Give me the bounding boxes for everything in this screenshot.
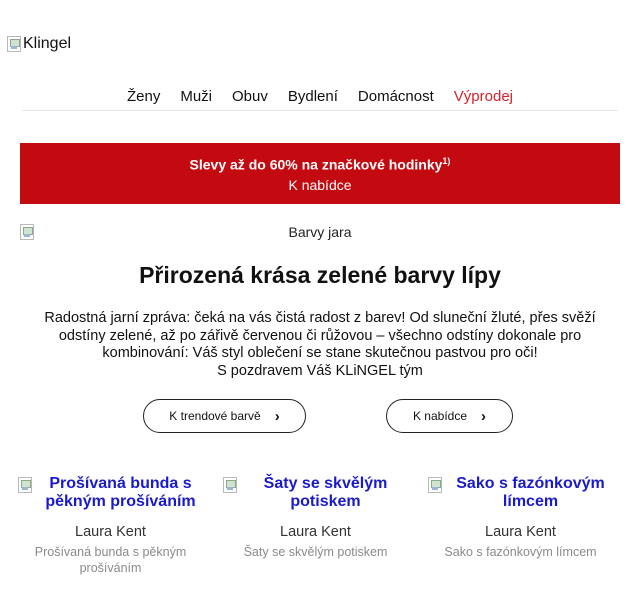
product-title[interactable]: Prošívaná bunda s pěkným prošíváním [38, 475, 203, 511]
product-card[interactable]: Sako s fazónkovým límcem Laura Kent Sako… [428, 475, 613, 560]
product-card[interactable]: Šaty se skvělým potiskem Laura Kent Šaty… [223, 475, 408, 560]
product-title[interactable]: Šaty se skvělým potiskem [243, 475, 408, 511]
product-description: Sako s fazónkovým límcem [444, 545, 597, 559]
product-title[interactable]: Sako s fazónkovým límcem [448, 475, 613, 511]
hero-image-alt: Barvy jara [288, 224, 352, 240]
offer-button-label: K nabídce [412, 409, 468, 423]
logo-alt-text: Klingel [23, 35, 72, 52]
nav-item-obuv[interactable]: Obuv [232, 86, 268, 110]
nav-item-domacnost[interactable]: Domácnost [358, 86, 434, 110]
offer-button[interactable]: K nabídce › [386, 399, 513, 433]
klingel-logo[interactable]: Klingel [7, 35, 71, 53]
main-nav: Ženy Muži Obuv Bydlení Domácnost Výprode… [22, 86, 618, 111]
chevron-right-icon: › [481, 407, 487, 425]
product-brand: Laura Kent [75, 524, 146, 540]
promo-footnote: 1) [442, 156, 451, 166]
product-image[interactable]: Šaty se skvělým potiskem [223, 475, 408, 511]
trend-color-button-label: K trendové barvě [169, 409, 261, 423]
product-brand: Laura Kent [280, 524, 351, 540]
product-description: Šaty se skvělým potiskem [243, 545, 388, 559]
hero-signature: S pozdravem Váš KLiNGEL tým [217, 362, 423, 379]
broken-image-icon [7, 36, 21, 52]
nav-item-zeny[interactable]: Ženy [127, 86, 160, 110]
hero-body: Radostná jarní zpráva: čeká na vás čistá… [44, 310, 596, 361]
product-card[interactable]: Prošívaná bunda s pěkným prošíváním Laur… [18, 475, 203, 576]
promo-title-text: Slevy až do 60% na značkové hodinky [189, 156, 443, 173]
hero-headline: Přirozená krása zelené barvy lípy [139, 262, 501, 288]
chevron-right-icon: › [274, 407, 280, 425]
nav-item-muzi[interactable]: Muži [180, 86, 212, 110]
promo-link[interactable]: K nabídce [288, 177, 351, 193]
promo-banner[interactable]: Slevy až do 60% na značkové hodinky1) K … [20, 143, 620, 204]
nav-item-vyprodej[interactable]: Výprodej [454, 86, 513, 110]
product-image[interactable]: Sako s fazónkovým límcem [428, 475, 613, 511]
hero-image[interactable]: Barvy jara [20, 224, 620, 242]
broken-image-icon [428, 477, 442, 493]
product-image[interactable]: Prošívaná bunda s pěkným prošíváním [18, 475, 203, 511]
trend-color-button[interactable]: K trendové barvě › [143, 399, 306, 433]
broken-image-icon [18, 477, 32, 493]
product-brand: Laura Kent [485, 524, 556, 540]
broken-image-icon [223, 477, 237, 493]
product-description: Prošívaná bunda s pěkným prošíváním [34, 545, 187, 575]
promo-title: Slevy až do 60% na značkové hodinky1) [20, 156, 620, 173]
nav-item-bydleni[interactable]: Bydlení [288, 86, 338, 110]
hero-intro: Radostná jarní zpráva: čeká na vás čistá… [30, 310, 610, 380]
